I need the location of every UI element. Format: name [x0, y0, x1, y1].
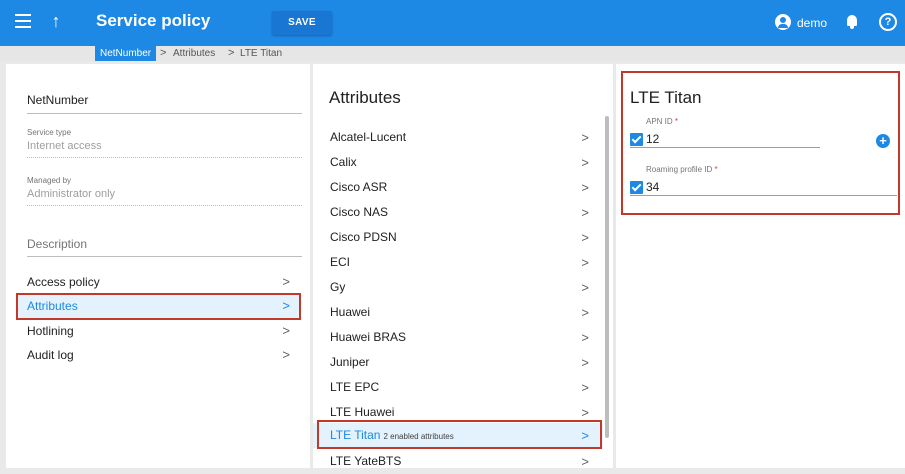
- chevron-right-icon: >: [581, 330, 589, 345]
- service-type-field: Service type Internet access: [27, 128, 302, 158]
- apn-id-value: 12: [646, 132, 660, 146]
- chevron-right-icon: >: [581, 205, 589, 220]
- attribute-item-cisco-asr[interactable]: Cisco ASR >: [313, 175, 603, 200]
- attribute-item-lte-yatebts[interactable]: LTE YateBTS >: [313, 449, 603, 474]
- add-circle-icon[interactable]: +: [876, 134, 890, 148]
- attribute-label: LTE YateBTS: [330, 454, 402, 468]
- roaming-profile-id-value: 34: [646, 180, 660, 194]
- attribute-label: Huawei BRAS: [330, 330, 407, 344]
- chevron-right-icon: >: [581, 155, 589, 170]
- chevron-right-icon: >: [581, 255, 589, 270]
- attribute-label: Cisco PDSN: [330, 230, 397, 244]
- service-type-label: Service type: [27, 128, 72, 137]
- roaming-profile-id-field[interactable]: 34: [630, 178, 897, 196]
- policy-details-panel: NetNumber Service type Internet access M…: [6, 64, 310, 468]
- checkbox-checked-icon[interactable]: [630, 181, 643, 194]
- checkbox-checked-icon[interactable]: [630, 133, 643, 146]
- attribute-item-huawei[interactable]: Huawei >: [313, 300, 603, 325]
- detail-title: LTE Titan: [630, 88, 702, 107]
- chevron-right-icon: >: [581, 280, 589, 295]
- attribute-item-alcatel-lucent[interactable]: Alcatel-Lucent >: [313, 125, 603, 150]
- managed-by-value: Administrator only: [27, 188, 116, 200]
- required-mark: *: [714, 165, 718, 174]
- breadcrumb-separator: >: [160, 47, 167, 59]
- attribute-item-juniper[interactable]: Juniper >: [313, 350, 603, 375]
- breadcrumb-item-attributes[interactable]: Attributes: [173, 46, 215, 61]
- attribute-item-huawei-bras[interactable]: Huawei BRAS >: [313, 325, 603, 350]
- attribute-label: Alcatel-Lucent: [330, 130, 407, 144]
- page-title: Service policy: [96, 11, 211, 30]
- help-icon[interactable]: ?: [879, 13, 897, 31]
- save-button[interactable]: SAVE: [272, 11, 332, 35]
- attribute-label: Juniper: [330, 355, 370, 369]
- apn-id-label: APN ID *: [646, 117, 678, 126]
- chevron-right-icon: >: [581, 380, 589, 395]
- user-name[interactable]: demo: [797, 16, 827, 30]
- chevron-right-icon: >: [581, 454, 589, 469]
- attribute-item-cisco-nas[interactable]: Cisco NAS >: [313, 200, 603, 225]
- chevron-right-icon: >: [581, 230, 589, 245]
- chevron-right-icon: >: [581, 305, 589, 320]
- apn-id-label-text: APN ID: [646, 117, 673, 126]
- top-app-bar: ↑ Service policy SAVE demo ?: [0, 0, 905, 46]
- attributes-scrollbar[interactable]: [605, 116, 609, 438]
- chevron-right-icon: >: [282, 347, 290, 362]
- lte-titan-panel: LTE Titan APN ID * 12 + Roaming profile …: [616, 64, 905, 468]
- attribute-label: Cisco NAS: [330, 205, 389, 219]
- attribute-item-cisco-pdsn[interactable]: Cisco PDSN >: [313, 225, 603, 250]
- nav-item-label: Access policy: [27, 275, 100, 289]
- highlight-frame: [16, 293, 301, 320]
- arrow-up-icon[interactable]: ↑: [46, 10, 66, 32]
- hamburger-menu-icon[interactable]: [15, 14, 31, 28]
- breadcrumb-item-netnumber[interactable]: NetNumber: [95, 46, 157, 61]
- breadcrumb: NetNumber > Attributes > LTE Titan: [0, 46, 905, 61]
- attribute-item-gy[interactable]: Gy >: [313, 275, 603, 300]
- chevron-right-icon: >: [282, 323, 290, 338]
- roaming-profile-id-label-text: Roaming profile ID: [646, 165, 713, 174]
- attribute-label: LTE Huawei: [330, 405, 395, 419]
- service-type-value: Internet access: [27, 140, 102, 152]
- breadcrumb-separator: >: [228, 47, 235, 59]
- nav-item-access-policy[interactable]: Access policy >: [16, 270, 300, 294]
- chevron-right-icon: >: [581, 355, 589, 370]
- name-field[interactable]: NetNumber: [27, 93, 302, 114]
- managed-by-field: Managed by Administrator only: [27, 176, 302, 206]
- account-icon[interactable]: [775, 14, 791, 30]
- attribute-label: Gy: [330, 280, 346, 294]
- chevron-right-icon: >: [282, 274, 290, 289]
- managed-by-label: Managed by: [27, 176, 72, 185]
- description-field[interactable]: Description: [27, 237, 302, 257]
- attribute-label: Cisco ASR: [330, 180, 388, 194]
- nav-item-label: Audit log: [27, 348, 74, 362]
- attribute-item-eci[interactable]: ECI >: [313, 250, 603, 275]
- bell-icon[interactable]: [846, 14, 858, 30]
- highlight-frame: [317, 420, 602, 449]
- chevron-right-icon: >: [581, 130, 589, 145]
- attribute-label: LTE EPC: [330, 380, 380, 394]
- attribute-item-calix[interactable]: Calix >: [313, 150, 603, 175]
- breadcrumb-item-lte-titan[interactable]: LTE Titan: [240, 46, 282, 61]
- nav-item-hotlining[interactable]: Hotlining >: [16, 319, 300, 343]
- attribute-label: Calix: [330, 155, 357, 169]
- apn-id-field[interactable]: 12: [630, 130, 820, 148]
- required-mark: *: [674, 117, 679, 126]
- attributes-panel: Attributes Alcatel-Lucent > Calix > Cisco …: [313, 64, 613, 469]
- attribute-label: ECI: [330, 255, 351, 269]
- nav-item-audit-log[interactable]: Audit log >: [16, 343, 300, 367]
- roaming-profile-id-label: Roaming profile ID *: [646, 165, 718, 174]
- attribute-label: Huawei: [330, 305, 371, 319]
- attribute-item-lte-epc[interactable]: LTE EPC >: [313, 375, 603, 400]
- chevron-right-icon: >: [581, 180, 589, 195]
- attributes-title: Attributes: [329, 88, 401, 107]
- nav-item-label: Hotlining: [27, 324, 74, 338]
